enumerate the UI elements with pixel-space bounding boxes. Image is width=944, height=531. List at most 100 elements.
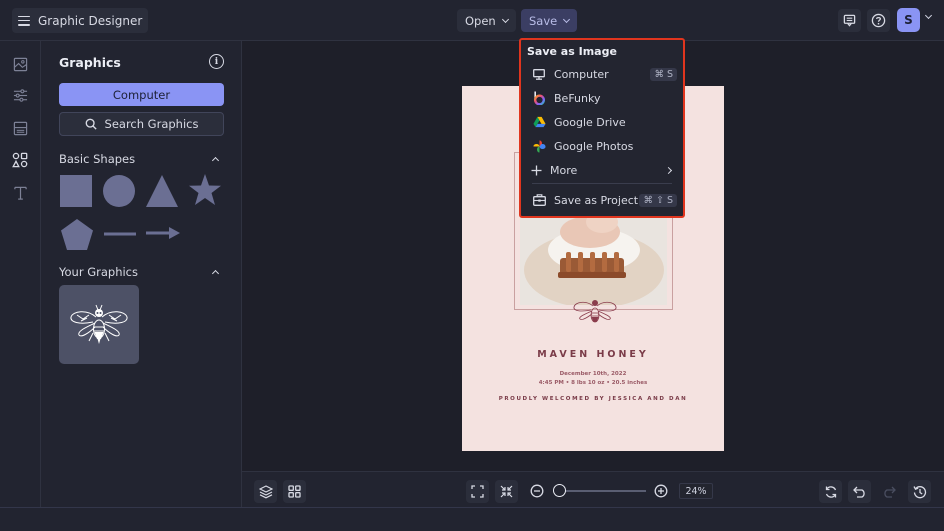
avatar-initial: S xyxy=(904,13,913,27)
your-graphics-header[interactable]: Your Graphics xyxy=(59,265,224,279)
open-label: Open xyxy=(465,13,496,28)
search-graphics-button[interactable]: Search Graphics xyxy=(59,112,224,136)
basic-shapes-header[interactable]: Basic Shapes xyxy=(59,152,224,166)
briefcase-icon xyxy=(532,193,546,207)
chevron-down-icon xyxy=(501,15,509,23)
shape-square[interactable] xyxy=(59,174,93,208)
redo-icon xyxy=(883,486,896,498)
app-menu-button[interactable]: Graphic Designer xyxy=(12,8,149,33)
menu-item-befunky[interactable]: BeFunky xyxy=(527,87,677,109)
redo-button[interactable] xyxy=(877,480,900,503)
hamburger-icon xyxy=(18,15,30,26)
expand-icon xyxy=(471,485,484,498)
text-icon xyxy=(13,186,27,200)
refresh-button[interactable] xyxy=(819,480,842,503)
chevron-down-icon xyxy=(563,15,571,23)
shape-star[interactable] xyxy=(188,173,222,207)
chevron-up-icon xyxy=(211,156,220,165)
save-dropdown-menu: Save as Image Computer ⌘ S BeFunky Googl… xyxy=(519,38,685,218)
google-drive-icon xyxy=(532,115,546,129)
befunky-icon xyxy=(532,91,546,105)
history-button[interactable] xyxy=(908,480,931,503)
image-icon xyxy=(13,57,27,71)
zoom-in-icon[interactable] xyxy=(654,484,668,498)
your-graphic-bee[interactable] xyxy=(59,285,139,364)
graphics-panel: Graphics i Computer Search Graphics Basi… xyxy=(41,41,242,507)
sliders-icon xyxy=(13,88,27,102)
document-date[interactable]: December 10th, 2022 xyxy=(462,371,724,377)
shape-circle[interactable] xyxy=(102,174,136,208)
plus-icon xyxy=(529,163,543,177)
chevron-right-icon xyxy=(664,166,673,174)
save-as-image-header: Save as Image xyxy=(527,45,617,58)
rail-item-graphics[interactable] xyxy=(11,151,29,169)
document-details[interactable]: 4:45 PM • 8 lbs 10 oz • 20.5 inches xyxy=(462,380,724,386)
refresh-icon xyxy=(825,485,836,498)
menu-item-label: More xyxy=(550,163,578,177)
layout-icon xyxy=(13,121,27,135)
undo-icon xyxy=(852,486,865,498)
rail-item-text[interactable] xyxy=(11,184,29,202)
document-title[interactable]: MAVEN HONEY xyxy=(462,349,724,360)
user-avatar[interactable]: S xyxy=(897,8,920,32)
baby-photo-image xyxy=(520,210,667,305)
shortcut-cmd-shift-s: ⌘ ⇧ S xyxy=(639,193,677,207)
layers-button[interactable] xyxy=(254,480,277,503)
menu-item-more[interactable]: More xyxy=(527,159,677,181)
info-icon[interactable]: i xyxy=(209,54,224,69)
google-photos-icon xyxy=(532,139,546,153)
zoom-percent-field[interactable]: 24% xyxy=(679,483,713,499)
bottom-toolbar: 24% xyxy=(242,471,944,507)
monitor-icon xyxy=(532,67,546,81)
shape-triangle[interactable] xyxy=(145,174,179,208)
menu-divider xyxy=(532,183,672,184)
bee-icon xyxy=(70,304,128,344)
rail-item-adjust[interactable] xyxy=(11,86,29,104)
grid-icon xyxy=(288,485,301,498)
shortcut-cmd-s: ⌘ S xyxy=(650,67,677,81)
menu-item-google-photos[interactable]: Google Photos xyxy=(527,135,677,157)
actual-size-button[interactable] xyxy=(495,480,518,503)
help-icon xyxy=(871,13,886,28)
zoom-slider-handle[interactable] xyxy=(553,484,566,497)
basic-shapes-label: Basic Shapes xyxy=(59,152,136,166)
save-label: Save xyxy=(529,13,558,28)
shape-line[interactable] xyxy=(103,230,137,238)
top-bar: Graphic Designer Open Save S xyxy=(0,0,944,41)
help-button[interactable] xyxy=(867,9,890,32)
menu-item-label: Google Photos xyxy=(554,139,634,153)
upload-computer-button[interactable]: Computer xyxy=(59,83,224,106)
chevron-up-icon xyxy=(211,269,220,278)
menu-item-label: BeFunky xyxy=(554,91,601,105)
footer-bar xyxy=(0,507,944,531)
shrink-icon xyxy=(500,485,513,498)
menu-item-label: Google Drive xyxy=(554,115,626,129)
document-subtitle[interactable]: PROUDLY WELCOMED BY JESSICA AND DAN xyxy=(462,396,724,402)
shape-arrow[interactable] xyxy=(145,226,181,240)
menu-item-computer[interactable]: Computer ⌘ S xyxy=(527,63,677,85)
menu-item-label: Save as Project xyxy=(554,193,639,207)
search-graphics-label: Search Graphics xyxy=(104,117,199,131)
account-chevron-down-icon[interactable] xyxy=(924,11,933,20)
menu-item-google-drive[interactable]: Google Drive xyxy=(527,111,677,133)
undo-button[interactable] xyxy=(848,480,871,503)
panel-title: Graphics xyxy=(59,55,121,70)
baby-photo[interactable] xyxy=(520,210,667,305)
zoom-out-icon[interactable] xyxy=(530,484,544,498)
menu-item-label: Computer xyxy=(554,67,609,81)
tool-rail xyxy=(0,41,41,507)
menu-item-save-as-project[interactable]: Save as Project ⌘ ⇧ S xyxy=(527,189,677,211)
zoom-slider-track[interactable] xyxy=(560,490,646,492)
comments-button[interactable] xyxy=(838,9,861,32)
shape-pentagon[interactable] xyxy=(60,218,94,251)
rail-item-image[interactable] xyxy=(11,55,29,73)
grid-view-button[interactable] xyxy=(283,480,306,503)
search-icon xyxy=(85,118,97,130)
save-button[interactable]: Save xyxy=(521,9,578,32)
bee-emblem-icon xyxy=(573,300,617,323)
open-button[interactable]: Open xyxy=(457,9,516,32)
app-title: Graphic Designer xyxy=(38,13,143,28)
rail-item-layout[interactable] xyxy=(11,119,29,137)
fit-to-screen-button[interactable] xyxy=(466,480,489,503)
graphics-icon xyxy=(12,152,28,168)
